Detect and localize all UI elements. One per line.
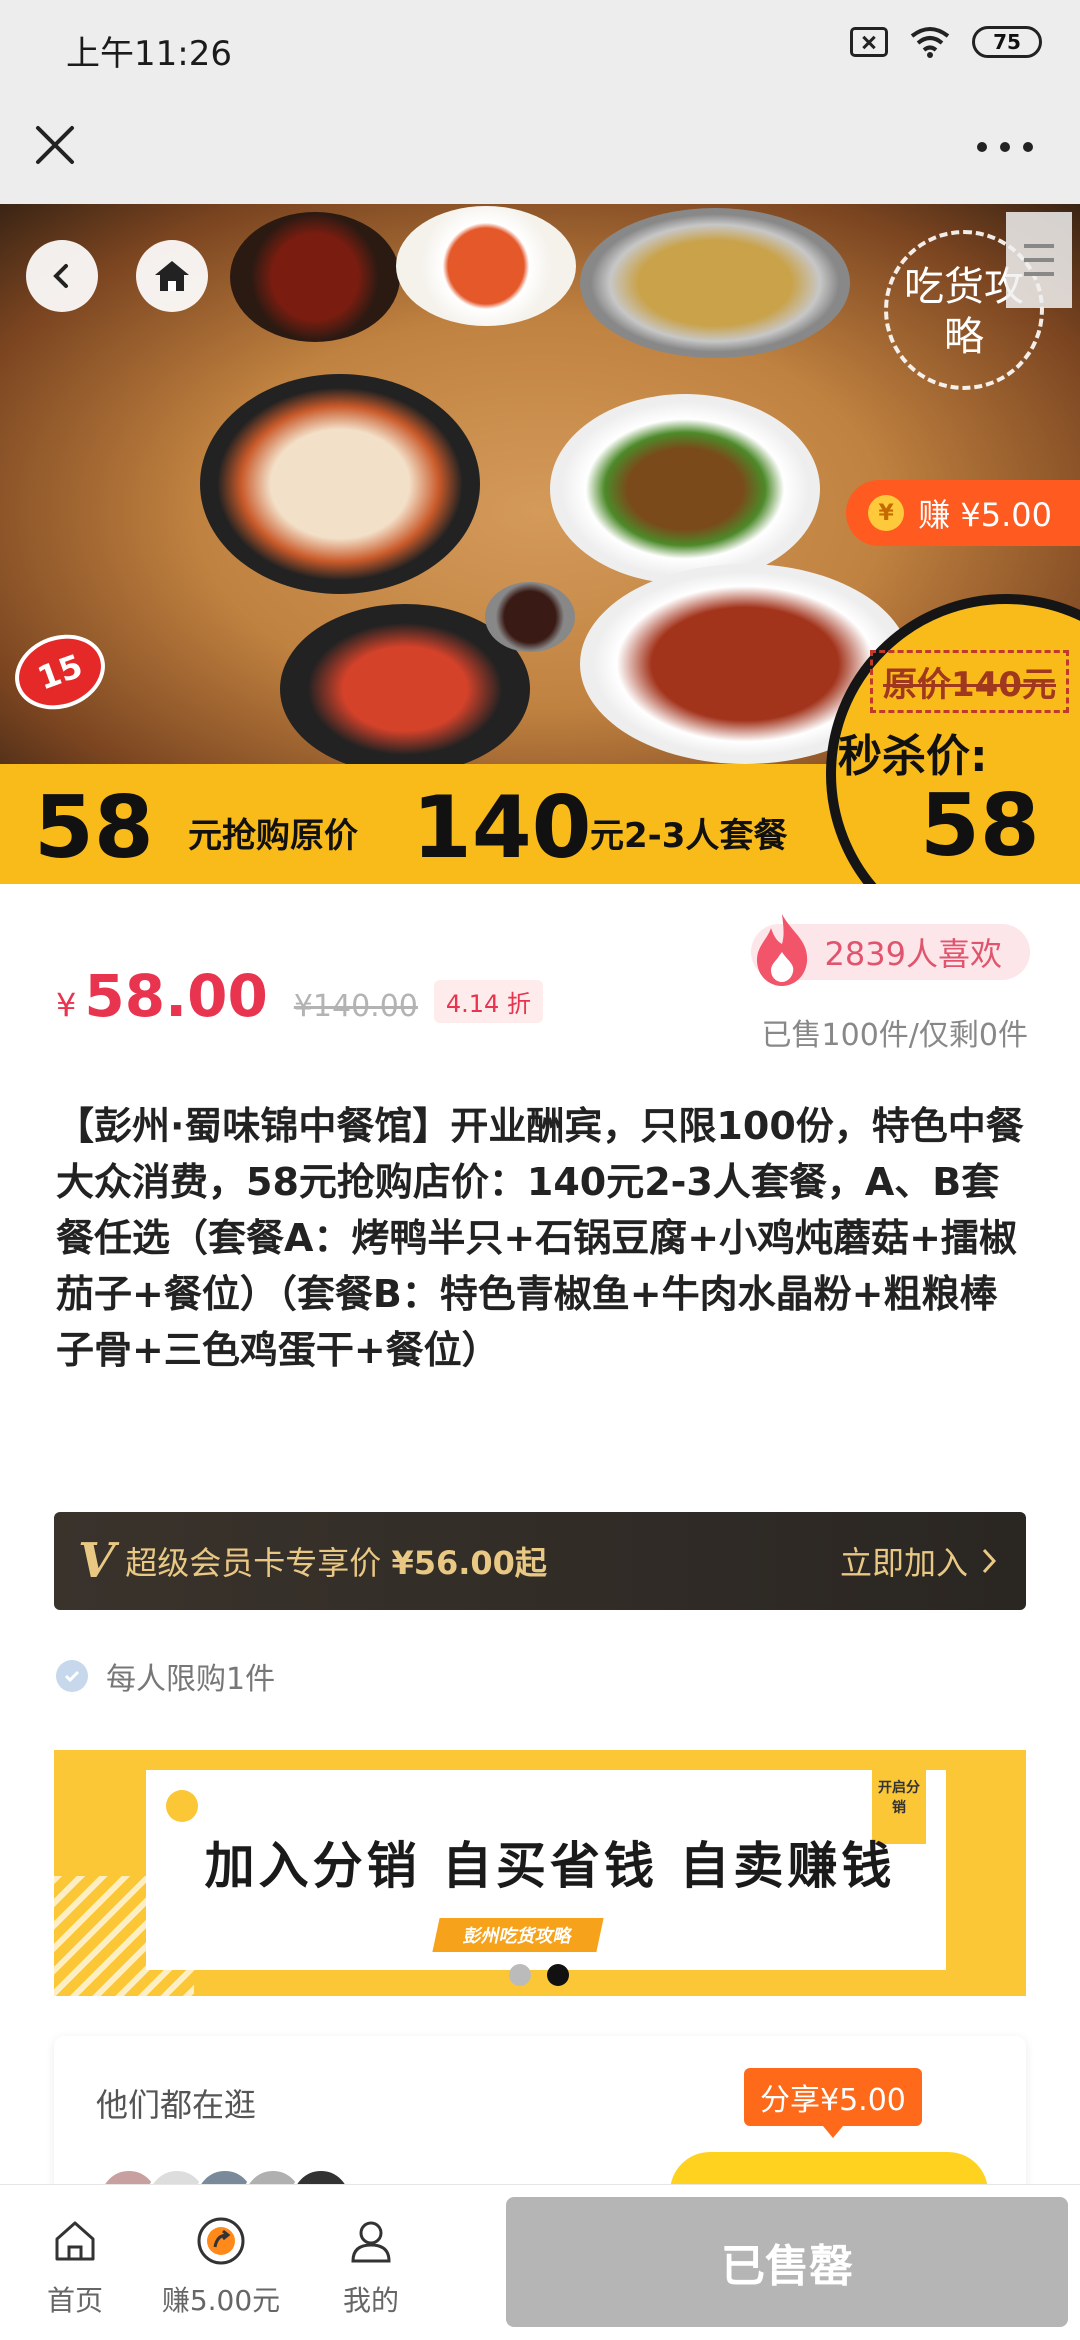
home-outline-icon xyxy=(55,2221,95,2261)
user-icon xyxy=(351,2221,391,2263)
webview-nav xyxy=(0,92,1080,204)
strip-price-original: 140 xyxy=(412,778,592,878)
strip-text-1: 元抢购原价 xyxy=(188,816,358,856)
menu-handle-icon[interactable] xyxy=(1006,212,1072,308)
sold-out-button[interactable]: 已售罄 xyxy=(506,2197,1068,2327)
vip-text: 超级会员卡专享价 ¥56.00起 xyxy=(125,1538,547,1584)
chevron-right-icon xyxy=(982,1548,997,1574)
wifi-icon xyxy=(910,27,950,58)
currency-symbol: ¥ xyxy=(56,986,77,1024)
flash-sale-label: 秒杀价: xyxy=(838,731,988,782)
tab-home[interactable]: 首页 xyxy=(10,2213,140,2319)
likes-badge[interactable]: 2839人喜欢 xyxy=(750,914,1030,986)
vip-price: ¥56.00起 xyxy=(391,1544,547,1582)
coin-icon: ¥ xyxy=(868,495,905,531)
tab-mine-label: 我的 xyxy=(342,2284,399,2317)
banner-card: 开启分销 加入分销 自买省钱 自卖赚钱 彭州吃货攻略 xyxy=(146,1770,946,1970)
carousel-dots xyxy=(509,1964,569,1986)
earn-badge[interactable]: ¥ 赚 ¥5.00 xyxy=(846,480,1080,546)
home-icon xyxy=(155,261,189,291)
tab-earn[interactable]: 赚5.00元 xyxy=(156,2213,286,2319)
browsing-label: 他们都在逛 xyxy=(96,2086,257,2124)
price-row: ¥ 58.00 ¥140.00 4.14 折 xyxy=(56,962,543,1030)
earn-badge-label: 赚 ¥5.00 xyxy=(918,496,1052,534)
vip-card-bar[interactable]: V 超级会员卡专享价 ¥56.00起 立即加入 xyxy=(54,1512,1026,1610)
chevron-left-icon xyxy=(53,264,68,288)
tab-home-label: 首页 xyxy=(46,2284,103,2317)
battery-icon: 75 xyxy=(972,26,1042,58)
no-sim-icon xyxy=(850,27,888,57)
status-icons: 75 xyxy=(850,26,1042,58)
sale-price: 58.00 xyxy=(84,962,268,1030)
likes-count: 2839人喜欢 xyxy=(824,935,1002,973)
carousel-dot-active[interactable] xyxy=(547,1964,569,1986)
product-detail: ¥ 58.00 ¥140.00 4.14 折 2839人喜欢 已售100件/仅剩… xyxy=(0,884,1080,2236)
flash-sale-price: 58 xyxy=(920,776,1040,876)
vip-join-link[interactable]: 立即加入 xyxy=(840,1538,968,1584)
banner-headline: 加入分销 自买省钱 自卖赚钱 xyxy=(204,1837,896,1895)
flash-original-price: 原价140元 xyxy=(870,650,1069,713)
brand-logo-icon xyxy=(166,1790,198,1822)
status-bar: 上午11:26 75 xyxy=(0,0,1080,92)
bottom-bar: 首页 赚5.00元 我的 已售罄 xyxy=(0,2184,1080,2340)
more-icon[interactable] xyxy=(970,122,1040,172)
vip-logo-icon: V xyxy=(78,1533,116,1589)
back-button[interactable] xyxy=(26,240,98,312)
flame-icon xyxy=(756,914,807,986)
vip-text-prefix: 超级会员卡专享价 xyxy=(125,1544,382,1582)
strip-price-sale: 58 xyxy=(34,778,154,878)
discount-badge: 4.14 折 xyxy=(433,980,543,1023)
product-title: 【彭州·蜀味锦中餐馆】开业酬宾，只限100份，特色中餐大众消费，58元抢购店价：… xyxy=(56,1104,1024,1372)
sold-count: 已售100件/仅剩0件 xyxy=(761,1018,1028,1053)
banner-subtitle: 彭州吃货攻略 xyxy=(432,1918,604,1952)
original-price: ¥140.00 xyxy=(293,989,418,1024)
tab-earn-label: 赚5.00元 xyxy=(161,2284,281,2317)
status-time: 上午11:26 xyxy=(66,34,232,74)
carousel-dot[interactable] xyxy=(509,1964,531,1986)
earn-share-icon xyxy=(197,2217,245,2265)
hero-banner: 吃货攻略 ¥ 赚 ¥5.00 15 58 元抢购原价 140 元2-3人套餐 原… xyxy=(0,204,1080,884)
check-icon xyxy=(56,1660,88,1692)
purchase-limit: 每人限购1件 xyxy=(56,1654,275,1698)
purchase-limit-text: 每人限购1件 xyxy=(106,1662,276,1697)
share-reward-badge: 分享¥5.00 xyxy=(744,2068,922,2138)
strip-text-2: 元2-3人套餐 xyxy=(590,816,788,856)
home-button[interactable] xyxy=(136,240,208,312)
close-icon[interactable] xyxy=(30,120,80,170)
distribution-banner[interactable]: 开启分销 加入分销 自买省钱 自卖赚钱 彭州吃货攻略 xyxy=(54,1750,1026,1996)
tab-mine[interactable]: 我的 xyxy=(306,2213,436,2319)
